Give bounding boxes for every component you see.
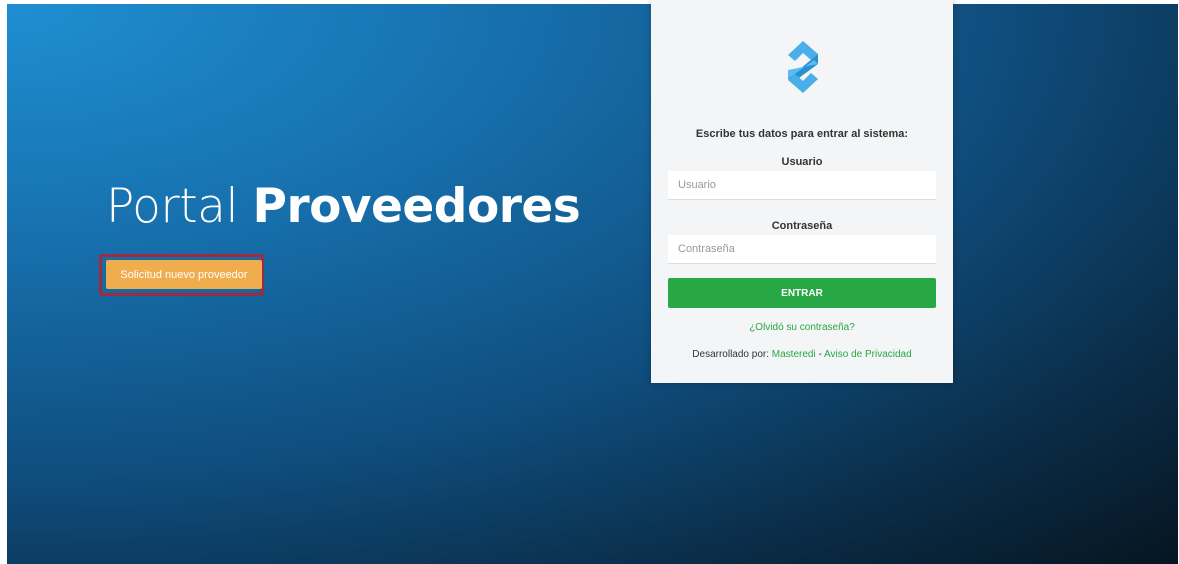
password-input[interactable] [668,235,936,264]
page-title: Portal Proveedores [106,179,581,234]
new-supplier-request-button[interactable]: Solicitud nuevo proveedor [106,260,262,289]
title-bold: Proveedores [252,179,581,234]
password-label: Contraseña [771,220,833,232]
login-panel: Escribe tus datos para entrar al sistema… [651,0,953,383]
login-instructions: Escribe tus datos para entrar al sistema… [695,128,909,140]
hero-background: Portal Proveedores Solicitud nuevo prove… [7,4,1178,564]
privacy-notice-link[interactable]: Aviso de Privacidad [824,349,912,360]
title-light: Portal [106,179,239,234]
forgot-password-link[interactable]: ¿Olvidó su contraseña? [749,322,855,333]
developer-link[interactable]: Masteredi [772,349,816,360]
login-button[interactable]: ENTRAR [668,278,936,308]
forgot-password-row: ¿Olvidó su contraseña? [651,322,953,333]
username-input[interactable] [668,171,936,200]
username-label: Usuario [781,156,823,168]
brand-logo-icon [788,41,818,93]
footer-separator: - [815,349,825,360]
footer-credits: Desarrollado por: Masteredi - Aviso de P… [651,349,953,360]
footer-prefix: Desarrollado por: [692,349,772,360]
